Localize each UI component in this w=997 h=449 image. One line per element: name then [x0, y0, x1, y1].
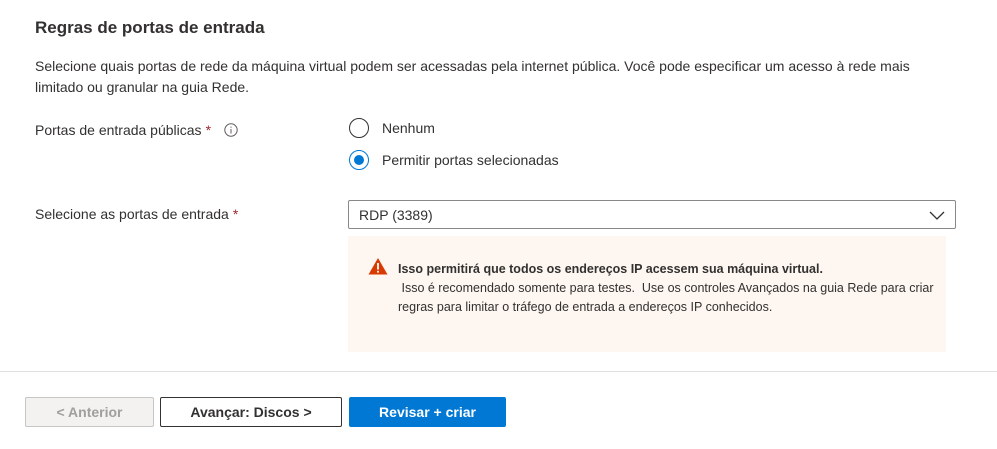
- radio-allow-selected-label: Permitir portas selecionadas: [382, 152, 559, 168]
- review-create-button[interactable]: Revisar + criar: [349, 397, 506, 427]
- warning-icon: [368, 257, 388, 275]
- warning-text: Isso permitirá que todos os endereços IP…: [398, 260, 938, 317]
- warning-message-bar: Isso permitirá que todos os endereços IP…: [348, 236, 946, 352]
- radio-none-label: Nenhum: [382, 120, 435, 136]
- warning-title: Isso permitirá que todos os endereços IP…: [398, 262, 823, 276]
- info-icon[interactable]: [224, 123, 238, 137]
- warning-body: Isso é recomendado somente para testes. …: [398, 281, 937, 314]
- section-title: Regras de portas de entrada: [35, 18, 265, 37]
- radio-allow-selected-ports[interactable]: Permitir portas selecionadas: [349, 150, 559, 170]
- chevron-down-icon[interactable]: [929, 208, 945, 220]
- public-ports-label: Portas de entrada públicas *: [35, 122, 238, 138]
- required-asterisk: *: [232, 206, 239, 222]
- radio-none-circle[interactable]: [349, 118, 369, 138]
- inbound-ports-dropdown-value: RDP (3389): [359, 206, 433, 223]
- radio-selected-dot: [354, 155, 364, 165]
- radio-none[interactable]: Nenhum: [349, 118, 435, 138]
- public-ports-label-text: Portas de entrada públicas: [35, 122, 202, 138]
- page: Regras de portas de entrada Selecione qu…: [0, 0, 997, 449]
- previous-button[interactable]: < Anterior: [25, 397, 154, 427]
- select-ports-label: Selecione as portas de entrada *: [35, 206, 238, 222]
- required-asterisk: *: [205, 122, 212, 138]
- footer-divider: [0, 371, 997, 372]
- section-description: Selecione quais portas de rede da máquin…: [35, 58, 910, 95]
- radio-allow-selected-circle[interactable]: [349, 150, 369, 170]
- next-disks-button[interactable]: Avançar: Discos >: [160, 397, 342, 427]
- select-ports-label-text: Selecione as portas de entrada: [35, 206, 229, 222]
- inbound-ports-dropdown[interactable]: RDP (3389): [348, 200, 956, 229]
